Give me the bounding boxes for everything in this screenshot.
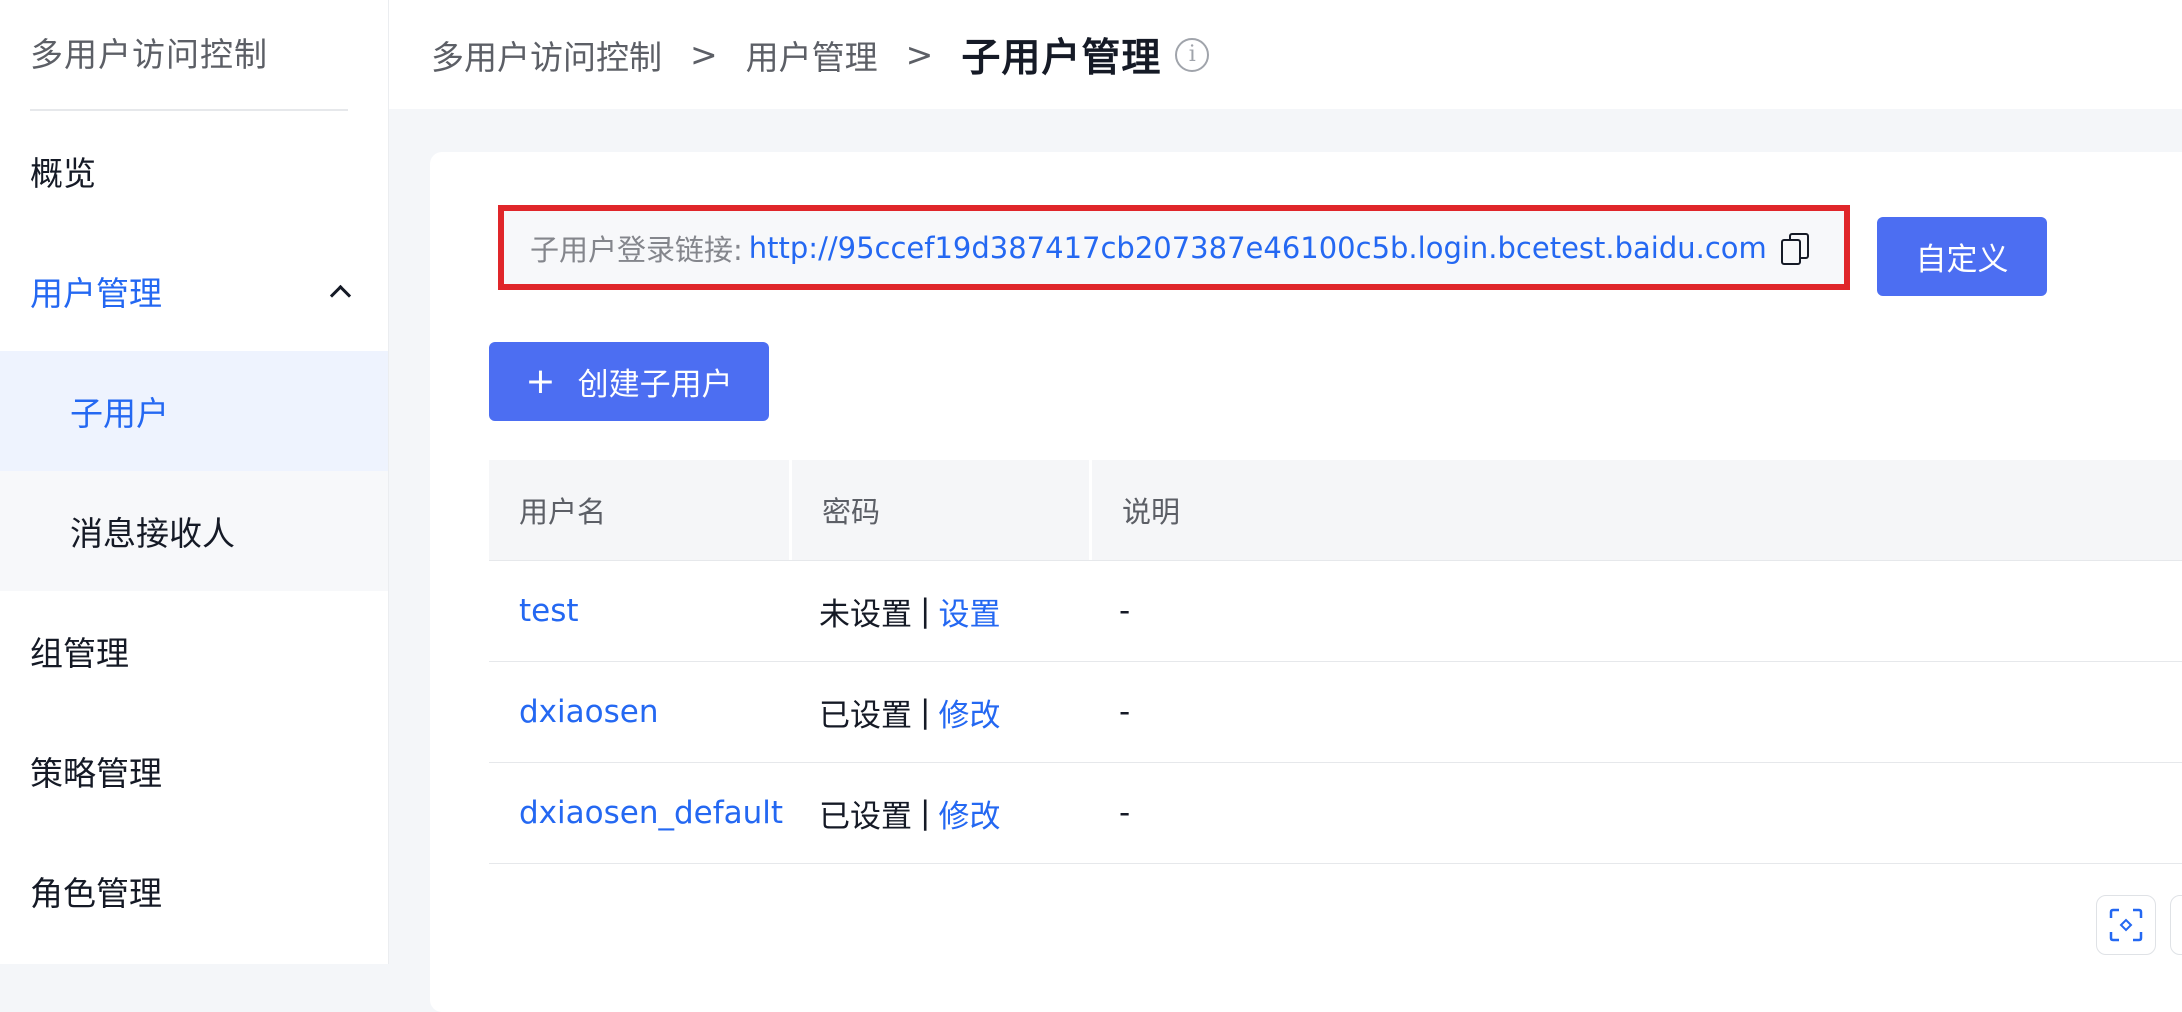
sidebar-title: 多用户访问控制 <box>30 35 268 74</box>
chevron-up-icon <box>329 284 352 307</box>
sidebar-item-role-management[interactable]: 角色管理 <box>0 831 388 951</box>
password-status: 未设置 <box>819 596 912 633</box>
description-cell: - <box>1119 795 1131 831</box>
customize-button[interactable]: 自定义 <box>1877 217 2047 296</box>
login-link-url[interactable]: http://95ccef19d387417cb207387e46100c5b.… <box>749 231 1767 265</box>
plus-icon: + <box>525 360 556 402</box>
table-row: test 未设置 | 设置 - <box>489 561 2182 662</box>
create-sub-user-label: 创建子用户 <box>577 367 733 403</box>
table-header: 用户名 密码 说明 <box>489 460 2182 561</box>
sidebar-item-label: 组管理 <box>30 634 129 673</box>
column-header-username: 用户名 <box>519 495 607 529</box>
sidebar-item-label: 概览 <box>30 154 96 193</box>
sidebar: 多用户访问控制 概览 用户管理 子用户 消息接收人 组管理 策略管理 角色管理 <box>0 0 389 964</box>
sidebar-item-message-receivers[interactable]: 消息接收人 <box>0 471 388 591</box>
sidebar-item-label: 子用户 <box>70 394 169 433</box>
table-row: dxiaosen_default 已设置 | 修改 - <box>489 763 2182 864</box>
separator: | <box>920 694 931 730</box>
separator: | <box>920 593 931 629</box>
password-status: 已设置 <box>819 798 912 835</box>
create-sub-user-button[interactable]: + 创建子用户 <box>489 342 769 421</box>
breadcrumb-item-access-control[interactable]: 多用户访问控制 <box>431 31 662 79</box>
description-cell: - <box>1119 593 1131 629</box>
column-header-password: 密码 <box>789 460 1089 560</box>
set-password-link[interactable]: 设置 <box>938 589 1000 634</box>
breadcrumb: 多用户访问控制 > 用户管理 > 子用户管理 i <box>389 0 2182 109</box>
login-link-bar: 子用户登录链接: http://95ccef19d387417cb207387e… <box>498 205 1850 290</box>
modify-password-link[interactable]: 修改 <box>938 690 1000 735</box>
login-link-label: 子用户登录链接: <box>530 232 743 267</box>
floating-tool-button[interactable] <box>2170 895 2182 955</box>
separator: | <box>920 795 931 831</box>
page-title: 子用户管理 <box>961 35 1162 81</box>
username-link[interactable]: test <box>519 593 579 629</box>
breadcrumb-item-user-management[interactable]: 用户管理 <box>746 31 878 79</box>
sidebar-item-sub-users[interactable]: 子用户 <box>0 351 388 471</box>
modify-password-link[interactable]: 修改 <box>938 791 1000 836</box>
info-icon[interactable]: i <box>1175 37 1210 72</box>
sidebar-item-user-management[interactable]: 用户管理 <box>0 231 388 351</box>
breadcrumb-separator: > <box>690 35 718 74</box>
column-header-description: 说明 <box>1089 460 2182 560</box>
description-cell: - <box>1119 694 1131 730</box>
copy-icon[interactable] <box>1780 232 1809 265</box>
sidebar-item-label: 策略管理 <box>30 754 162 793</box>
table-row: dxiaosen 已设置 | 修改 - <box>489 662 2182 763</box>
scan-icon[interactable] <box>2096 895 2156 955</box>
password-status: 已设置 <box>819 697 912 734</box>
sidebar-item-policy-management[interactable]: 策略管理 <box>0 711 388 831</box>
sidebar-item-group-management[interactable]: 组管理 <box>0 591 388 711</box>
sidebar-item-label: 角色管理 <box>30 874 162 913</box>
breadcrumb-separator: > <box>905 35 934 74</box>
username-link[interactable]: dxiaosen_default <box>519 795 783 831</box>
sidebar-item-label: 消息接收人 <box>70 514 235 553</box>
username-link[interactable]: dxiaosen <box>519 694 658 730</box>
sidebar-item-overview[interactable]: 概览 <box>0 111 388 231</box>
sub-user-table: 用户名 密码 说明 test 未设置 | 设置 - dxiaosen 已设置 |… <box>489 460 2182 864</box>
sidebar-item-label: 用户管理 <box>30 274 162 313</box>
